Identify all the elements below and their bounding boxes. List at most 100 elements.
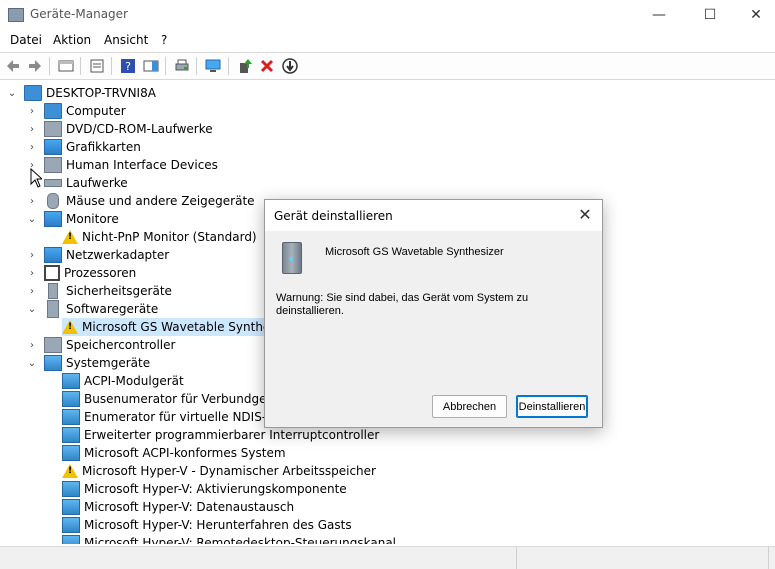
- chevron-right-icon[interactable]: ›: [26, 106, 38, 117]
- chevron-right-icon[interactable]: ›: [26, 268, 38, 279]
- chevron-right-icon[interactable]: ›: [26, 196, 38, 207]
- warning-icon: [62, 320, 78, 334]
- forward-icon[interactable]: [27, 58, 43, 74]
- tree-item-monitore[interactable]: ⌄ Monitore: [26, 210, 119, 228]
- processor-icon: [44, 265, 60, 281]
- tree-item-speichercontroller[interactable]: › Speichercontroller: [26, 336, 175, 354]
- tree-item-softwaregeraete[interactable]: ⌄ Softwaregeräte: [26, 300, 158, 318]
- monitor-icon: [44, 211, 62, 227]
- tree-item-hyperv-memory[interactable]: Microsoft Hyper-V - Dynamischer Arbeitss…: [62, 462, 376, 480]
- print-icon[interactable]: [174, 58, 190, 74]
- uninstall-device-dialog: Gerät deinstallieren ✕ Microsoft GS Wave…: [264, 199, 603, 428]
- menu-help[interactable]: ?: [161, 33, 167, 47]
- scan-hardware-icon[interactable]: [205, 58, 221, 74]
- minimize-button[interactable]: —: [636, 0, 682, 30]
- tree-item-label: Human Interface Devices: [66, 158, 218, 172]
- dialog-device-name: Microsoft GS Wavetable Synthesizer: [325, 246, 504, 258]
- software-device-icon: [282, 242, 302, 274]
- update-driver-icon[interactable]: [237, 58, 253, 74]
- tree-item-systemgeraete[interactable]: ⌄ Systemgeräte: [26, 354, 150, 372]
- status-bar: [0, 546, 775, 569]
- system-device-icon: [62, 409, 80, 425]
- system-device-icon: [62, 373, 80, 389]
- chevron-down-icon[interactable]: ⌄: [6, 88, 18, 99]
- tree-item-label: Microsoft ACPI-konformes System: [84, 446, 286, 460]
- tree-item-hyperv-data[interactable]: Microsoft Hyper-V: Datenaustausch: [62, 498, 294, 516]
- tree-item-label: Erweiterter programmierbarer Interruptco…: [84, 428, 380, 442]
- tree-item-computer[interactable]: › Computer: [26, 102, 126, 120]
- maximize-button[interactable]: ☐: [687, 0, 733, 30]
- tree-item-interruptcontroller[interactable]: Erweiterter programmierbarer Interruptco…: [62, 426, 379, 444]
- computer-icon: [44, 103, 62, 119]
- display-adapter-icon: [44, 139, 62, 155]
- system-device-icon: [62, 391, 80, 407]
- help-icon[interactable]: ?: [120, 58, 136, 74]
- system-device-icon: [62, 481, 80, 497]
- tree-item-busenumerator[interactable]: Busenumerator für Verbundgeräte: [62, 390, 291, 408]
- tree-item-label: Softwaregeräte: [66, 302, 159, 316]
- security-device-icon: [48, 283, 58, 299]
- tree-item-grafikkarten[interactable]: › Grafikkarten: [26, 138, 141, 156]
- dialog-close-button[interactable]: ✕: [574, 206, 596, 226]
- tree-root-label: DESKTOP-TRVNI8A: [46, 86, 156, 100]
- chevron-right-icon[interactable]: ›: [26, 286, 38, 297]
- tree-item-label: Computer: [66, 104, 126, 118]
- software-device-icon: [47, 300, 59, 318]
- chevron-right-icon[interactable]: ›: [26, 250, 38, 261]
- tree-item-netzwerkadapter[interactable]: › Netzwerkadapter: [26, 246, 169, 264]
- tree-item-acpi-system[interactable]: Microsoft ACPI-konformes System: [62, 444, 286, 462]
- tree-item-nicht-pnp-monitor[interactable]: Nicht-PnP Monitor (Standard): [62, 228, 257, 246]
- tree-item-label: Microsoft GS Wavetable Synthesizer: [82, 320, 264, 334]
- system-device-icon: [62, 499, 80, 515]
- tree-item-hyperv-shutdown[interactable]: Microsoft Hyper-V: Herunterfahren des Ga…: [62, 516, 352, 534]
- title-bar: Geräte-Manager — ☐ ✕: [0, 0, 775, 30]
- tree-item-gs-wavetable-selected[interactable]: Microsoft GS Wavetable Synthesizer: [62, 318, 264, 336]
- tree-item-label: Microsoft Hyper-V: Datenaustausch: [84, 500, 295, 514]
- menu-bar: Datei Aktion Ansicht ?: [0, 31, 775, 51]
- system-device-icon: [62, 517, 80, 533]
- tree-item-label: Sicherheitsgeräte: [66, 284, 172, 298]
- tree-item-sicherheitsgeraete[interactable]: › Sicherheitsgeräte: [26, 282, 172, 300]
- tree-item-label: Prozessoren: [64, 266, 137, 280]
- system-device-icon: [62, 535, 80, 544]
- tree-item-acpi-modul[interactable]: ACPI-Modulgerät: [62, 372, 184, 390]
- dialog-warning-text: Warnung: Sie sind dabei, das Gerät vom S…: [276, 292, 529, 314]
- dialog-title-bar: Gerät deinstallieren ✕: [265, 200, 602, 231]
- cancel-button[interactable]: Abbrechen: [432, 395, 507, 418]
- warning-icon: [62, 464, 78, 478]
- tree-item-hyperv-activation[interactable]: Microsoft Hyper-V: Aktivierungskomponent…: [62, 480, 347, 498]
- mouse-icon: [47, 193, 59, 209]
- action-pane-icon[interactable]: [143, 58, 159, 74]
- uninstall-button[interactable]: Deinstallieren: [516, 395, 588, 418]
- dialog-title: Gerät deinstallieren: [274, 209, 393, 223]
- chevron-right-icon[interactable]: ›: [26, 142, 38, 153]
- menu-aktion[interactable]: Aktion: [53, 33, 91, 47]
- tree-item-label: Busenumerator für Verbundgeräte: [84, 392, 291, 406]
- close-button[interactable]: ✕: [733, 0, 775, 30]
- properties-icon[interactable]: [89, 58, 105, 74]
- menu-ansicht[interactable]: Ansicht: [104, 33, 148, 47]
- chevron-right-icon[interactable]: ›: [26, 124, 38, 135]
- warning-icon: [62, 230, 78, 244]
- uninstall-device-icon[interactable]: [259, 58, 275, 74]
- mouse-cursor-icon: [30, 168, 42, 188]
- chevron-down-icon[interactable]: ⌄: [26, 214, 38, 225]
- tree-item-prozessoren[interactable]: › Prozessoren: [26, 264, 136, 282]
- tree-item-hyperv-remotedesktop[interactable]: Microsoft Hyper-V: Remotedesktop-Steueru…: [62, 534, 396, 544]
- tree-root[interactable]: ⌄ DESKTOP-TRVNI8A: [6, 84, 156, 102]
- tree-item-label: Netzwerkadapter: [66, 248, 170, 262]
- chevron-right-icon[interactable]: ›: [26, 340, 38, 351]
- tree-item-hid[interactable]: › Human Interface Devices: [26, 156, 218, 174]
- tree-item-label: Laufwerke: [66, 176, 128, 190]
- tree-item-label: Nicht-PnP Monitor (Standard): [82, 230, 257, 244]
- tree-item-dvd[interactable]: › DVD/CD-ROM-Laufwerke: [26, 120, 213, 138]
- tree-item-maeuse[interactable]: › Mäuse und andere Zeigegeräte: [26, 192, 255, 210]
- back-icon[interactable]: [5, 58, 21, 74]
- chevron-down-icon[interactable]: ⌄: [26, 358, 38, 369]
- disable-device-icon[interactable]: [282, 58, 298, 74]
- show-hide-console-icon[interactable]: [58, 58, 74, 74]
- menu-datei[interactable]: Datei: [10, 33, 42, 47]
- computer-icon: [24, 85, 42, 101]
- tree-item-label: Speichercontroller: [66, 338, 176, 352]
- chevron-down-icon[interactable]: ⌄: [26, 304, 38, 315]
